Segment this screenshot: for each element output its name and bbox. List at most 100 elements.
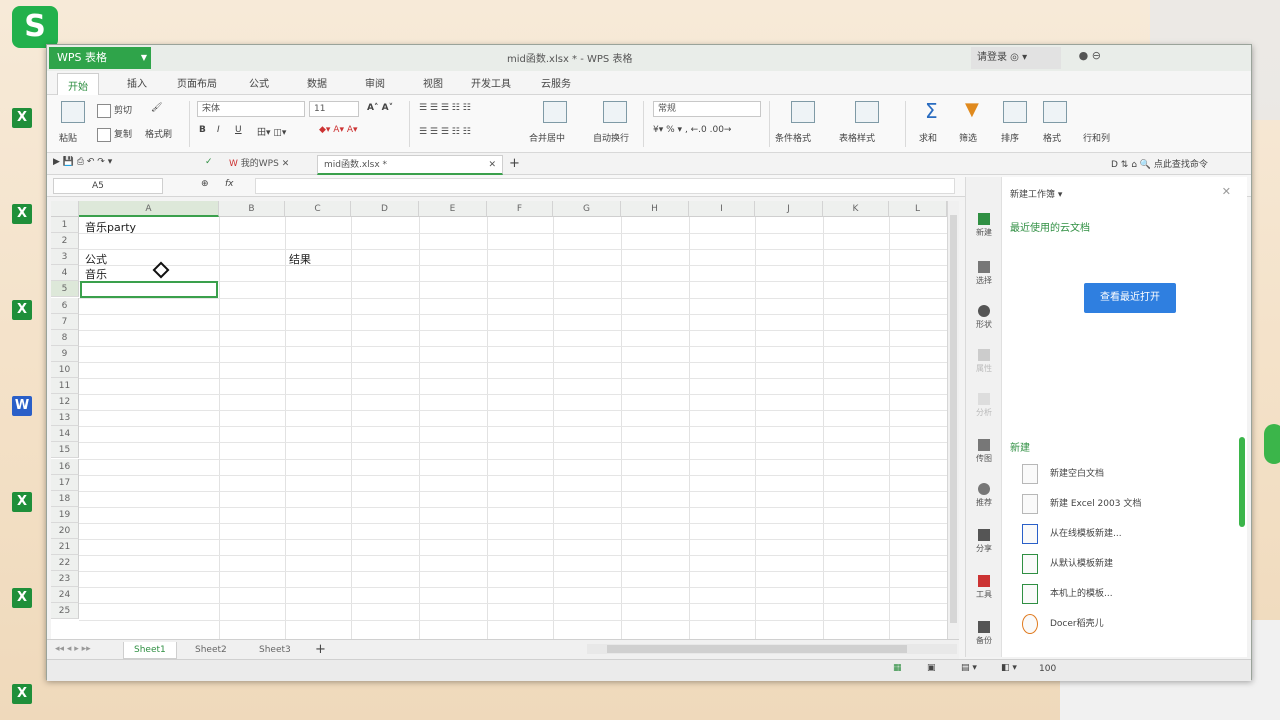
format-painter-icon[interactable]: 🖌	[151, 103, 162, 113]
row-header[interactable]: 24	[51, 587, 79, 604]
row-header[interactable]: 8	[51, 329, 79, 346]
tab-formula[interactable]: 公式	[249, 75, 269, 90]
sidebar-item-share[interactable]: 分享	[968, 529, 1000, 554]
filter-button[interactable]: 筛选	[959, 131, 977, 144]
table-style-button[interactable]: 表格样式	[839, 131, 875, 144]
zoom-search-icon[interactable]: ⊕	[201, 179, 209, 189]
font-name-select[interactable]: 宋体	[197, 101, 305, 117]
column-header[interactable]: K	[823, 201, 889, 217]
tab-data[interactable]: 数据	[307, 75, 327, 90]
row-header[interactable]: 22	[51, 555, 79, 572]
row-header[interactable]: 25	[51, 603, 79, 620]
filter-icon[interactable]: ▼	[965, 99, 979, 120]
desktop-excel-icon[interactable]: X	[12, 588, 38, 614]
number-format-select[interactable]: 常规	[653, 101, 761, 117]
percent-button[interactable]: ¥▾ % ▾ ‚ ←.0 .00→	[653, 125, 731, 135]
wrap-text-button[interactable]: 自动换行	[593, 131, 629, 144]
column-header[interactable]: H	[621, 201, 689, 217]
page-break-view-icon[interactable]: ▤ ▾	[961, 663, 977, 673]
column-header[interactable]: C	[285, 201, 351, 217]
desktop-excel-icon[interactable]: X	[12, 492, 38, 518]
horizontal-scrollbar[interactable]	[587, 644, 957, 654]
row-header[interactable]: 6	[51, 297, 79, 314]
cell-a4[interactable]: 音乐	[85, 266, 107, 282]
italic-button[interactable]: I	[217, 125, 220, 135]
column-header[interactable]: A	[79, 201, 219, 217]
sidebar-item-backup[interactable]: 备份	[968, 621, 1000, 646]
cell-a3[interactable]: 公式	[85, 251, 107, 267]
row-col-button[interactable]: 行和列	[1083, 131, 1110, 144]
pane-close-icon[interactable]: ✕	[1222, 185, 1231, 198]
reading-mode-icon[interactable]: ◧ ▾	[1001, 663, 1017, 673]
bold-button[interactable]: B	[199, 125, 206, 135]
row-header[interactable]: 19	[51, 506, 79, 523]
conditional-format-icon[interactable]	[791, 101, 815, 123]
selected-cell-a5[interactable]	[80, 281, 218, 298]
tab-page-layout[interactable]: 页面布局	[177, 75, 217, 90]
select-all-corner[interactable]	[51, 201, 79, 217]
tab-my-wps[interactable]: W 我的WPS ✕	[223, 155, 295, 175]
sidebar-item-upload[interactable]: 传图	[968, 439, 1000, 464]
sidebar-item-property[interactable]: 属性	[968, 349, 1000, 374]
sheet-tab[interactable]: Sheet1	[123, 642, 177, 659]
sidebar-item-recommend[interactable]: 推荐	[968, 483, 1000, 508]
recent-cloud-docs-link[interactable]: 最近使用的云文档	[1010, 219, 1090, 234]
zoom-level[interactable]: 100	[1039, 664, 1056, 674]
sort-button[interactable]: 排序	[1001, 131, 1019, 144]
row-header[interactable]: 15	[51, 442, 79, 459]
sidebar-item-tools[interactable]: 工具	[968, 575, 1000, 600]
cut-button[interactable]: 剪切	[97, 103, 132, 118]
search-command[interactable]: D ⇅ ⌂ 🔍 点此查找命令	[1111, 157, 1208, 170]
formula-input[interactable]	[255, 178, 955, 194]
scroll-thumb[interactable]	[950, 215, 957, 623]
sidebar-item-select[interactable]: 选择	[968, 261, 1000, 286]
merge-center-icon[interactable]	[543, 101, 567, 123]
sheet-tab[interactable]: Sheet3	[249, 642, 301, 659]
pane-scrollbar[interactable]	[1239, 437, 1245, 527]
row-header[interactable]: 11	[51, 378, 79, 394]
sidebar-item-shape[interactable]: 形状	[968, 305, 1000, 330]
wrap-text-icon[interactable]	[603, 101, 627, 123]
column-header[interactable]: D	[351, 201, 419, 217]
desktop-word-icon[interactable]: W	[12, 396, 38, 422]
row-header[interactable]: 9	[51, 345, 79, 362]
tab-insert[interactable]: 插入	[127, 75, 147, 90]
row-header[interactable]: 13	[51, 410, 79, 427]
new-excel2003-item[interactable]: 新建 Excel 2003 文档	[1022, 493, 1141, 515]
tab-home[interactable]: 开始	[57, 73, 99, 95]
copy-button[interactable]: 复制	[97, 127, 132, 142]
merge-center-button[interactable]: 合并居中	[529, 131, 565, 144]
sort-icon[interactable]	[1003, 101, 1027, 123]
row-header[interactable]: 3	[51, 249, 79, 266]
row-header[interactable]: 5	[51, 281, 79, 298]
column-header[interactable]: E	[419, 201, 487, 217]
row-header[interactable]: 12	[51, 394, 79, 411]
desktop-excel-icon[interactable]: X	[12, 204, 38, 230]
row-header[interactable]: 14	[51, 426, 79, 443]
floating-ball-icon[interactable]	[1264, 424, 1280, 464]
desktop-excel-icon[interactable]: X	[12, 108, 38, 134]
sidebar-item-new[interactable]: 新建	[968, 213, 1000, 238]
table-style-icon[interactable]	[855, 101, 879, 123]
user-login-button[interactable]: 请登录 ◎ ▾	[971, 47, 1061, 69]
minimize-icon[interactable]: ●	[1079, 49, 1089, 62]
cell-c3[interactable]: 结果	[289, 251, 311, 267]
tab-developer[interactable]: 开发工具	[471, 75, 511, 90]
column-header[interactable]: L	[889, 201, 947, 217]
sum-icon[interactable]: Σ	[925, 99, 938, 123]
row-header[interactable]: 2	[51, 233, 79, 250]
wps-menu-button[interactable]: WPS 表格 ▼	[49, 47, 151, 69]
row-header[interactable]: 1	[51, 217, 79, 233]
add-sheet-button[interactable]: +	[315, 642, 326, 657]
column-header[interactable]: F	[487, 201, 553, 217]
row-header[interactable]: 16	[51, 458, 79, 475]
tab-cloud[interactable]: 云服务	[541, 75, 571, 90]
format-icon[interactable]	[1043, 101, 1067, 123]
docer-item[interactable]: Docer稻壳儿	[1022, 613, 1104, 635]
paste-icon[interactable]	[61, 101, 85, 123]
sum-button[interactable]: 求和	[919, 131, 937, 144]
tab-review[interactable]: 审阅	[365, 75, 385, 90]
close-icon[interactable]: ✕	[282, 159, 290, 169]
row-header[interactable]: 21	[51, 539, 79, 555]
grow-font-button[interactable]: A˄ A˅	[367, 103, 393, 113]
